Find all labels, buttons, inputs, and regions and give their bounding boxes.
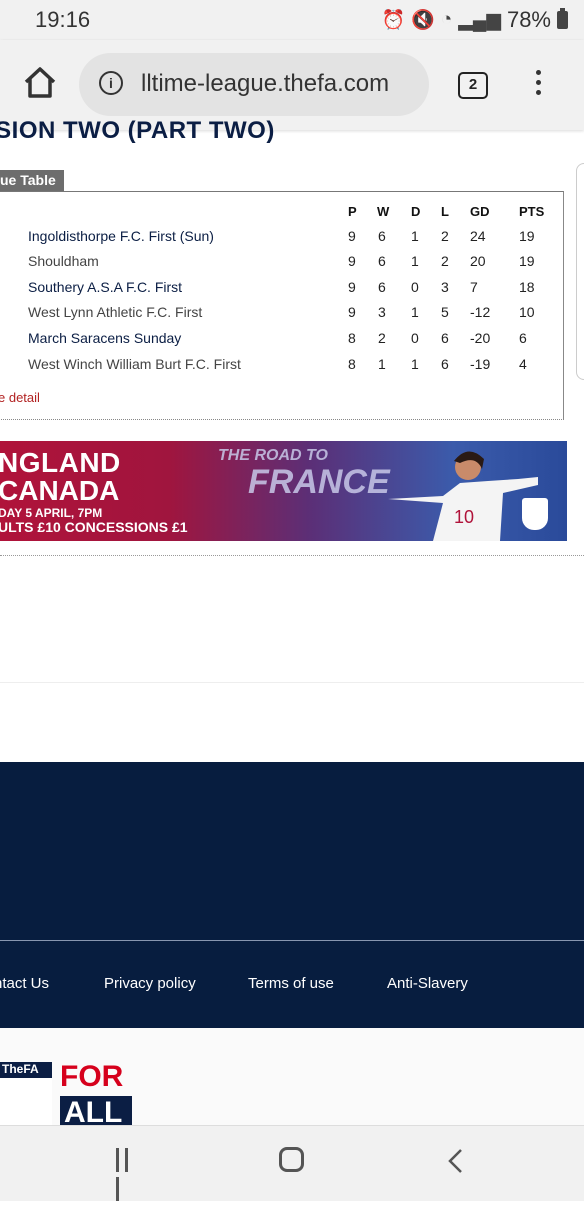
url-text[interactable]: lltime-league.thefa.com (141, 70, 389, 98)
for-all-logo-all: ALL (60, 1096, 132, 1125)
table-row: West Winch William Burt F.C. First 8 1 1… (0, 356, 584, 381)
banner-line2: CANADA (0, 475, 120, 506)
recent-apps-icon[interactable] (116, 1148, 142, 1201)
player-image: 10 (388, 451, 538, 541)
cell-w: 2 (378, 330, 386, 346)
cell-l: 6 (441, 330, 449, 346)
team-link[interactable]: Southery A.S.A F.C. First (28, 279, 182, 295)
home-icon[interactable] (20, 62, 60, 102)
banner-france: FRANCE (248, 463, 390, 501)
the-fa-logo-text: TheFA (0, 1062, 52, 1078)
cell-l: 2 (441, 253, 449, 269)
cell-p: 9 (348, 253, 356, 269)
england-crest-icon (522, 498, 548, 530)
cell-d: 1 (411, 356, 419, 372)
cell-l: 5 (441, 304, 449, 320)
team-name: West Winch William Burt F.C. First (28, 356, 241, 372)
cell-p: 8 (348, 330, 356, 346)
battery-percent: 78% (506, 7, 551, 32)
battery-icon (557, 8, 568, 29)
address-bar[interactable]: i lltime-league.thefa.com (79, 53, 429, 116)
cell-gd: -12 (470, 304, 491, 320)
cell-w: 6 (378, 228, 386, 244)
banner-line4: ULTS £10 CONCESSIONS £1 (0, 519, 188, 535)
cell-d: 1 (411, 253, 419, 269)
info-icon[interactable]: i (99, 71, 123, 95)
cell-w: 3 (378, 304, 386, 320)
team-name: West Lynn Athletic F.C. First (28, 304, 203, 320)
more-detail-link[interactable]: e detail (0, 390, 40, 405)
banner-line3: DAY 5 APRIL, 7PM (0, 506, 103, 520)
back-icon[interactable] (446, 1148, 466, 1174)
cell-pts: 19 (519, 253, 535, 269)
home-nav-icon[interactable] (279, 1147, 304, 1172)
status-bar: 19:16 ⏰ 🔇 ◔ ▂▄▆ 78% (0, 0, 584, 40)
privacy-policy-link[interactable]: Privacy policy (104, 975, 196, 992)
cell-pts: 18 (519, 279, 535, 295)
status-icons: ⏰ 🔇 ◔ ▂▄▆ 78% (381, 7, 568, 33)
terms-of-use-link[interactable]: Terms of use (248, 975, 334, 992)
col-pts: PTS (519, 204, 545, 219)
for-all-logo-for: FOR (60, 1060, 124, 1093)
team-link[interactable]: March Saracens Sunday (28, 330, 181, 346)
cell-w: 6 (378, 253, 386, 269)
cell-pts: 19 (519, 228, 535, 244)
col-w: W (377, 204, 390, 219)
the-fa-logo: TheFA (0, 1062, 52, 1125)
cell-l: 3 (441, 279, 449, 295)
site-footer: ntact Us Privacy policy Terms of use Ant… (0, 762, 584, 1028)
footer-divider (0, 940, 584, 941)
cell-gd: 24 (470, 228, 486, 244)
cell-pts: 6 (519, 330, 527, 346)
cell-pts: 4 (519, 356, 527, 372)
cell-p: 9 (348, 279, 356, 295)
fa-for-all-strip: TheFA FOR ALL (0, 1028, 584, 1125)
table-row: March Saracens Sunday 8 2 0 6 -20 6 (0, 330, 584, 355)
cell-gd: 7 (470, 279, 478, 295)
table-row: Ingoldisthorpe F.C. First (Sun) 9 6 1 2 … (0, 228, 584, 253)
alarm-icon: ⏰ (381, 10, 406, 31)
shirt-number: 10 (454, 507, 474, 527)
divider (0, 555, 584, 556)
league-table-tab[interactable]: ue Table (0, 170, 64, 191)
cell-d: 1 (411, 304, 419, 320)
cell-l: 2 (441, 228, 449, 244)
table-row: Shouldham 9 6 1 2 20 19 (0, 253, 584, 278)
table-row: Southery A.S.A F.C. First 9 6 0 3 7 18 (0, 279, 584, 304)
col-p: P (348, 204, 357, 219)
promo-banner[interactable]: NGLAND CANADA DAY 5 APRIL, 7PM ULTS £10 … (0, 441, 567, 541)
overflow-menu-icon[interactable] (530, 70, 546, 100)
wifi-icon: ◔ (440, 9, 453, 30)
mute-icon: 🔇 (411, 10, 435, 31)
cell-p: 9 (348, 304, 356, 320)
table-row: West Lynn Athletic F.C. First 9 3 1 5 -1… (0, 304, 584, 329)
col-gd: GD (470, 204, 490, 219)
cell-p: 8 (348, 356, 356, 372)
system-nav-bar (0, 1125, 584, 1201)
team-link[interactable]: Ingoldisthorpe F.C. First (Sun) (28, 228, 214, 244)
cell-w: 6 (378, 279, 386, 295)
cell-gd: 20 (470, 253, 486, 269)
cell-gd: -19 (470, 356, 491, 372)
cell-w: 1 (378, 356, 386, 372)
cell-d: 0 (411, 279, 419, 295)
status-time: 19:16 (35, 7, 91, 32)
contact-us-link[interactable]: ntact Us (0, 975, 49, 992)
cell-gd: -20 (470, 330, 491, 346)
cell-l: 6 (441, 356, 449, 372)
team-name: Shouldham (28, 253, 99, 269)
divider (0, 682, 584, 683)
tab-switcher-button[interactable]: 2 (458, 72, 488, 99)
anti-slavery-link[interactable]: Anti-Slavery (387, 975, 468, 992)
signal-icon: ▂▄▆ (458, 9, 501, 31)
col-d: D (411, 204, 421, 219)
cell-d: 0 (411, 330, 419, 346)
cell-pts: 10 (519, 304, 535, 320)
cell-p: 9 (348, 228, 356, 244)
cell-d: 1 (411, 228, 419, 244)
col-l: L (441, 204, 449, 219)
page-title: ISION TWO (PART TWO) (0, 117, 275, 144)
